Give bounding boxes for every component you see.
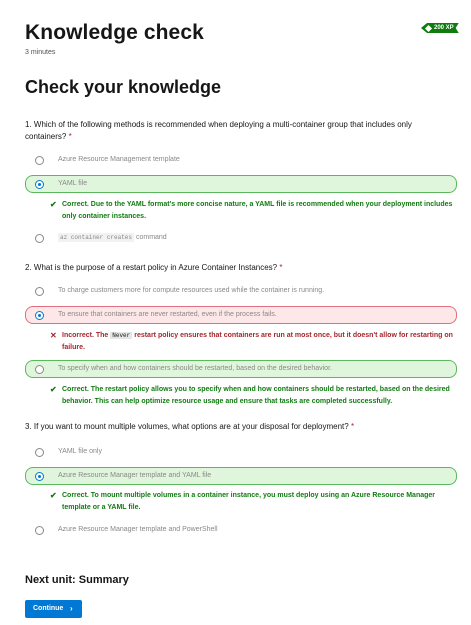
continue-button[interactable]: Continue › xyxy=(25,600,82,618)
q2-option-charge-customers[interactable]: To charge customers more for compute res… xyxy=(25,282,457,300)
question-3: 3. If you want to mount multiple volumes… xyxy=(25,421,445,433)
feedback-prefix: Incorrect. The xyxy=(62,332,109,339)
check-icon: ✔ xyxy=(50,491,57,500)
q3-option-yaml-only[interactable]: YAML file only xyxy=(25,443,457,461)
question-1: 1. Which of the following methods is rec… xyxy=(25,119,445,143)
question-2: 2. What is the purpose of a restart poli… xyxy=(25,262,445,274)
option-label: To charge customers more for compute res… xyxy=(58,287,325,294)
question-2-text: 2. What is the purpose of a restart poli… xyxy=(25,263,278,272)
question-1-text: 1. Which of the following methods is rec… xyxy=(25,120,412,141)
radio-button[interactable] xyxy=(35,526,44,535)
feedback-text: Correct. The restart policy allows you t… xyxy=(62,386,450,405)
check-icon: ✔ xyxy=(50,385,57,394)
inline-code: Never xyxy=(110,332,133,339)
radio-button[interactable] xyxy=(35,448,44,457)
option-label: To ensure that containers are never rest… xyxy=(58,311,277,318)
q1-option-yaml-file[interactable]: YAML file xyxy=(25,175,457,193)
chevron-right-icon: › xyxy=(70,604,73,613)
section-title: Check your knowledge xyxy=(25,77,222,97)
q1-feedback-correct: ✔ Correct. Due to the YAML format's more… xyxy=(50,199,457,223)
option-label: YAML file xyxy=(58,180,88,187)
q1-option-az-container-command[interactable]: az container creates command xyxy=(25,229,457,247)
required-marker: * xyxy=(350,422,355,431)
xp-badge: 200 XP xyxy=(421,23,459,33)
option-label: To specify when and how containers shoul… xyxy=(58,365,332,372)
q2-option-never-restarted[interactable]: To ensure that containers are never rest… xyxy=(25,306,457,324)
cross-icon: ✕ xyxy=(50,331,57,340)
option-label-suffix: command xyxy=(135,234,167,241)
radio-button[interactable] xyxy=(35,365,44,374)
feedback-text: Correct. To mount multiple volumes in a … xyxy=(62,492,436,511)
radio-button-selected[interactable] xyxy=(35,472,44,481)
option-label: YAML file only xyxy=(58,448,102,455)
radio-button[interactable] xyxy=(35,156,44,165)
option-label: Azure Resource Manager template and YAML… xyxy=(58,472,212,479)
option-label: az container creates command xyxy=(58,233,167,242)
q3-feedback-correct: ✔ Correct. To mount multiple volumes in … xyxy=(50,490,457,514)
radio-button[interactable] xyxy=(35,287,44,296)
q2-feedback-correct: ✔ Correct. The restart policy allows you… xyxy=(50,384,457,408)
continue-label: Continue xyxy=(33,605,64,612)
q3-option-arm-and-powershell[interactable]: Azure Resource Manager template and Powe… xyxy=(25,521,457,539)
xp-diamond-icon xyxy=(425,24,432,31)
required-marker: * xyxy=(68,132,72,141)
xp-value: 200 XP xyxy=(434,25,454,31)
question-3-text: 3. If you want to mount multiple volumes… xyxy=(25,422,349,431)
radio-button[interactable] xyxy=(35,234,44,243)
q2-option-specify-when-how[interactable]: To specify when and how containers shoul… xyxy=(25,360,457,378)
duration-label: 3 minutes xyxy=(25,49,56,56)
check-icon: ✔ xyxy=(50,200,57,209)
q2-feedback-incorrect: ✕ Incorrect. The Never restart policy en… xyxy=(50,330,457,354)
radio-button-selected[interactable] xyxy=(35,180,44,189)
q3-option-arm-and-yaml[interactable]: Azure Resource Manager template and YAML… xyxy=(25,467,457,485)
feedback-text: Correct. Due to the YAML format's more c… xyxy=(62,201,453,220)
radio-button-selected[interactable] xyxy=(35,311,44,320)
next-unit-heading: Next unit: Summary xyxy=(25,574,129,586)
page-title: Knowledge check xyxy=(25,21,204,44)
inline-code: az container creates xyxy=(58,233,135,242)
required-marker: * xyxy=(279,263,283,272)
option-label: Azure Resource Manager template and Powe… xyxy=(58,526,218,533)
q1-option-arm-template[interactable]: Azure Resource Management template xyxy=(25,151,457,169)
option-label: Azure Resource Management template xyxy=(58,156,180,163)
